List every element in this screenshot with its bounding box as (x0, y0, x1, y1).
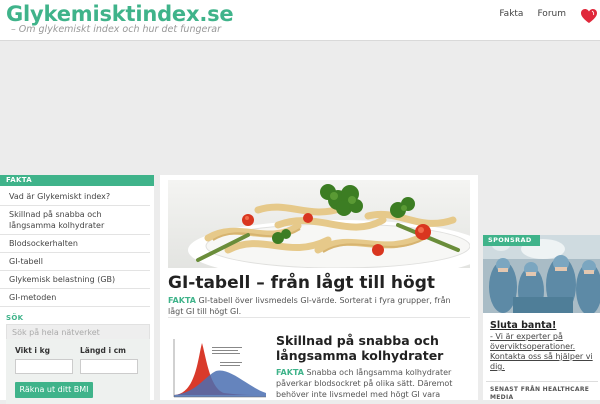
right-sidebar: SPONSRAD Sluta banta! - Vi är experter p… (483, 235, 600, 401)
surgery-photo[interactable] (483, 235, 600, 313)
height-input[interactable] (80, 359, 138, 374)
article-excerpt: FAKTA Snabba och långsamma kolhydrater p… (276, 367, 471, 400)
article-tag[interactable]: FAKTA (168, 296, 196, 305)
search-label: SÖK (6, 314, 24, 322)
blood-sugar-chart-thumbnail[interactable] (168, 337, 268, 400)
nav-fakta[interactable]: Fakta (499, 9, 523, 19)
sponsored-tag: SPONSRAD (483, 235, 540, 246)
divider (486, 381, 598, 382)
bmi-calculator: Vikt i kg Längd i cm Räkna ut ditt BMI (6, 339, 150, 404)
article-tag[interactable]: FAKTA (276, 368, 304, 377)
top-nav: Fakta Forum (499, 9, 566, 19)
divider (168, 317, 470, 318)
main-content: GI-tabell – från lågt till högt FAKTA GI… (160, 175, 478, 400)
site-logo[interactable]: Glykemisktindex.se (6, 2, 234, 26)
sidebar-heading: FAKTA (0, 175, 154, 186)
sidebar-menu: Vad är Glykemiskt index? Skillnad på sna… (0, 186, 154, 307)
ad-text[interactable]: - Vi är experter på överviktsoperationer… (490, 332, 598, 372)
sidebar-item-blodsockerhalten[interactable]: Blodsockerhalten (0, 235, 150, 253)
height-label: Längd i cm (80, 346, 126, 355)
left-sidebar: FAKTA Vad är Glykemiskt index? Skillnad … (0, 175, 154, 404)
sidebar-item-vad-ar-gi[interactable]: Vad är Glykemiskt index? (0, 186, 150, 206)
sidebar-item-glykemisk-belastning[interactable]: Glykemisk belastning (GB) (0, 271, 150, 289)
sidebar-item-kolhydrater[interactable]: Skillnad på snabba och långsamma kolhydr… (0, 206, 150, 235)
ad-title[interactable]: Sluta banta! (490, 320, 556, 331)
nav-forum[interactable]: Forum (537, 9, 566, 19)
article-title-kolhydrater[interactable]: Skillnad på snabba och långsamma kolhydr… (276, 333, 471, 363)
article-excerpt-text: GI-tabell över livsmedels GI-värde. Sort… (168, 296, 451, 316)
pasta-hero-image[interactable] (168, 180, 470, 268)
article-excerpt: FAKTA GI-tabell över livsmedels GI-värde… (168, 295, 468, 317)
site-tagline: – Om glykemiskt index och hur det funger… (11, 24, 221, 35)
sidebar-item-gi-tabell[interactable]: GI-tabell (0, 253, 150, 271)
weight-input[interactable] (15, 359, 73, 374)
site-header: Glykemisktindex.se – Om glykemiskt index… (0, 0, 600, 41)
ad-banner-area (0, 41, 600, 171)
heart-icon[interactable] (580, 8, 598, 24)
article-title-gi-tabell[interactable]: GI-tabell – från lågt till högt (168, 272, 470, 294)
sidebar-item-gi-metoden[interactable]: GI-metoden (0, 289, 150, 307)
weight-label: Vikt i kg (15, 346, 50, 355)
calculate-bmi-button[interactable]: Räkna ut ditt BMI (15, 382, 93, 398)
